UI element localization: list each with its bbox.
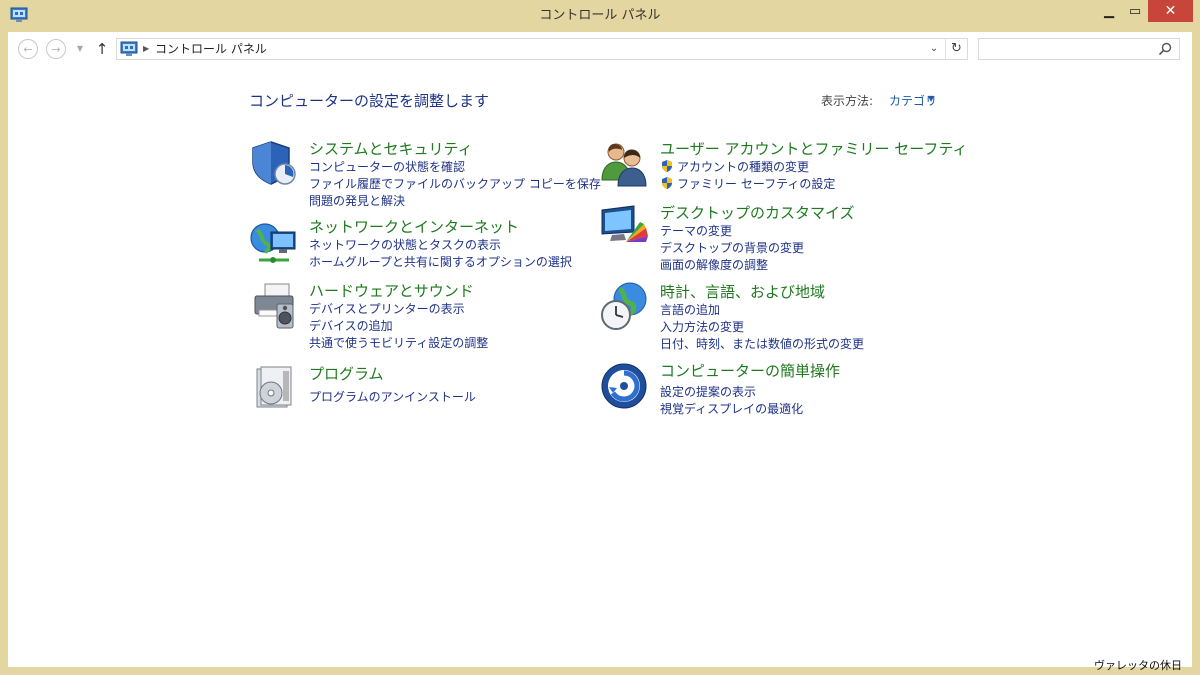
uac-shield-icon [662,160,672,172]
chevron-down-icon[interactable]: ▼ [928,94,934,103]
category-system-security: システムとセキュリティ コンピューターの状態を確認 ファイル履歴でファイルのバッ… [249,138,601,209]
category-network-internet: ネットワークとインターネット ネットワークの状態とタスクの表示 ホームグループと… [249,216,572,276]
up-arrow-icon: ↑ [95,40,109,58]
search-box[interactable] [978,38,1180,60]
link-network-status[interactable]: ネットワークの状態とタスクの表示 [309,236,501,253]
link-uninstall-program[interactable]: プログラムのアンインストール [309,388,476,405]
link-file-history-backup[interactable]: ファイル履歴でファイルのバックアップ コピーを保存 [309,175,601,192]
users-icon[interactable] [600,138,650,188]
link-homegroup-sharing[interactable]: ホームグループと共有に関するオプションの選択 [309,253,572,270]
refresh-button[interactable]: ↻ [945,39,967,59]
view-by-label: 表示方法: [821,94,874,108]
printer-speaker-icon[interactable] [249,280,299,330]
category-clock-language-region: 時計、言語、および地域 言語の追加 入力方法の変更 日付、時刻、または数値の形式… [600,281,920,351]
link-desktop-background[interactable]: デスクトップの背景の変更 [660,239,804,256]
link-change-input-method[interactable]: 入力方法の変更 [660,318,744,335]
category-ease-of-access: コンピューターの簡単操作 設定の提案の表示 視覚ディスプレイの最適化 [600,360,920,417]
chevron-down-icon: ⌄ [929,43,939,54]
close-button[interactable]: ✕ [1148,0,1193,22]
link-family-safety[interactable]: ファミリー セーフティの設定 [677,175,835,192]
link-change-theme[interactable]: テーマの変更 [660,222,732,239]
link-screen-resolution[interactable]: 画面の解像度の調整 [660,256,768,273]
up-button[interactable]: ↑ [94,39,110,59]
link-add-language[interactable]: 言語の追加 [660,301,720,318]
client-area: ← → ▼ ↑ ▶ コントロール パネル ⌄ ↻ コンピューターの設定を調整しま… [8,32,1192,667]
uac-shield-icon [662,177,672,189]
title-bar[interactable]: コントロール パネル ▁ ▭ ✕ [0,0,1200,32]
link-optimize-display[interactable]: 視覚ディスプレイの最適化 [660,400,803,417]
forward-button[interactable]: → [46,39,66,59]
search-input[interactable] [983,41,1153,57]
link-add-device[interactable]: デバイスの追加 [309,317,393,334]
link-settings-suggestions[interactable]: 設定の提案の表示 [660,383,756,400]
link-check-status[interactable]: コンピューターの状態を確認 [309,158,465,175]
maximize-icon: ▭ [1128,3,1142,19]
control-panel-icon [120,41,138,56]
category-title[interactable]: プログラム [309,363,384,384]
close-icon: ✕ [1164,3,1177,19]
category-title[interactable]: ネットワークとインターネット [309,216,519,237]
search-icon[interactable] [1157,41,1173,57]
forward-arrow-icon: → [51,42,61,56]
category-programs: プログラム プログラムのアンインストール [249,363,569,413]
link-mobility-settings[interactable]: 共通で使うモビリティ設定の調整 [309,334,488,351]
category-desktop-customization: デスクトップのカスタマイズ テーマの変更 デスクトップの背景の変更 画面の解像度… [600,202,920,272]
address-dropdown-button[interactable]: ⌄ [925,39,943,59]
category-title[interactable]: ハードウェアとサウンド [309,280,474,301]
link-troubleshoot[interactable]: 問題の発見と解決 [309,192,405,209]
address-bar[interactable]: ▶ コントロール パネル ⌄ ↻ [116,38,968,60]
network-globe-icon[interactable] [249,216,299,266]
ease-of-access-icon[interactable] [600,360,650,410]
category-title[interactable]: システムとセキュリティ [309,138,473,159]
navigation-bar: ← → ▼ ↑ ▶ コントロール パネル ⌄ ↻ [8,32,1192,66]
category-title[interactable]: 時計、言語、および地域 [660,281,825,302]
control-panel-window: コントロール パネル ▁ ▭ ✕ ← → ▼ ↑ ▶ コントロール パネル ⌄ [0,0,1200,675]
desktop-palette-icon[interactable] [600,202,650,252]
category-user-accounts: ユーザー アカウントとファミリー セーフティ アカウントの種類の変更 ファミリー… [600,138,967,193]
shield-icon[interactable] [249,138,299,188]
link-devices-printers[interactable]: デバイスとプリンターの表示 [309,300,465,317]
link-date-time-format[interactable]: 日付、時刻、または数値の形式の変更 [660,335,864,352]
breadcrumb-separator-icon[interactable]: ▶ [143,39,149,59]
clock-globe-icon[interactable] [600,281,650,331]
category-title[interactable]: コンピューターの簡単操作 [660,360,840,381]
chevron-down-icon: ▼ [76,44,84,53]
minimize-button[interactable]: ▁ [1096,0,1122,22]
refresh-icon: ↻ [951,41,962,56]
category-title[interactable]: ユーザー アカウントとファミリー セーフティ [660,138,967,159]
breadcrumb-control-panel[interactable]: コントロール パネル [155,39,267,59]
category-hardware-sound: ハードウェアとサウンド デバイスとプリンターの表示 デバイスの追加 共通で使うモ… [249,280,569,350]
watermark-text: ヴァレッタの休日 [1094,659,1182,672]
minimize-icon: ▁ [1104,3,1114,19]
link-change-account-type[interactable]: アカウントの種類の変更 [677,158,809,175]
recent-locations-button[interactable]: ▼ [74,41,86,57]
back-arrow-icon: ← [23,42,33,56]
category-title[interactable]: デスクトップのカスタマイズ [660,202,855,223]
maximize-button[interactable]: ▭ [1122,0,1148,22]
window-title: コントロール パネル [539,8,661,23]
programs-icon[interactable] [249,363,299,413]
page-heading: コンピューターの設定を調整します [249,92,490,110]
back-button[interactable]: ← [18,39,38,59]
